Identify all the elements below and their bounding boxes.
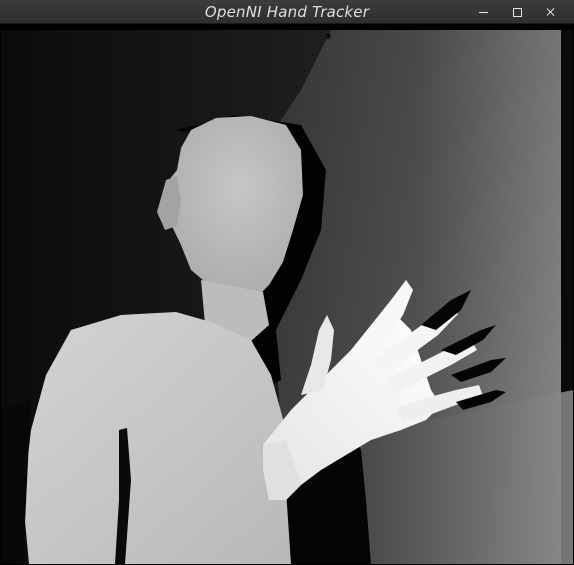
close-button[interactable] xyxy=(534,1,568,23)
minimize-icon xyxy=(478,12,488,13)
maximize-button[interactable] xyxy=(500,1,534,23)
app-window: OpenNI Hand Tracker xyxy=(0,0,574,565)
title-bar[interactable]: OpenNI Hand Tracker xyxy=(0,0,574,24)
maximize-icon xyxy=(512,7,522,17)
depth-image xyxy=(1,30,573,564)
close-icon xyxy=(546,7,556,17)
depth-view[interactable] xyxy=(1,30,573,564)
window-controls xyxy=(466,0,568,24)
minimize-button[interactable] xyxy=(466,1,500,23)
